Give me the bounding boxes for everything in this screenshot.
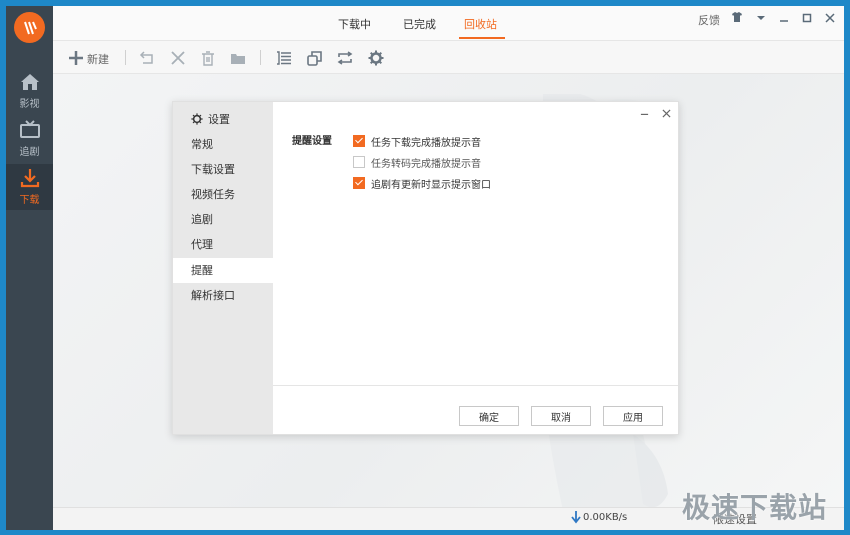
sidebar-item-label: 下载 [19,195,40,206]
download-speed: 0.00KB/s [583,512,628,523]
checkbox-checked[interactable] [353,135,365,147]
toolbar-divider [125,50,126,65]
ok-button[interactable]: 确定 [459,406,519,426]
folder-icon[interactable] [229,49,247,67]
settings-nav-download[interactable]: 下载设置 [173,157,273,182]
settings-nav-video-task[interactable]: 视频任务 [173,182,273,207]
settings-nav-proxy[interactable]: 代理 [173,232,273,257]
undo-icon[interactable] [138,49,156,67]
tab-completed[interactable]: 已完成 [403,16,436,32]
gear-icon [191,113,203,125]
sidebar: 影视 追剧 下载 [6,6,53,530]
dialog-minimize-icon[interactable] [638,108,650,120]
app-window: 影视 追剧 下载 下载中 已完成 回收站 反馈 新建 设置 常规 下载设置 视频… [6,6,844,530]
trash-icon[interactable] [199,49,217,67]
watermark: 极速下载站 [682,491,828,524]
option-label: 追剧有更新时显示提示窗口 [371,179,491,191]
settings-nav: 设置 常规 下载设置 视频任务 追剧 代理 提醒 解析接口 [173,102,273,434]
home-icon [20,74,39,90]
sidebar-item-label: 影视 [19,99,40,110]
tab-recycle-bin[interactable]: 回收站 [464,16,497,32]
gear-icon[interactable] [367,49,385,67]
close-icon[interactable] [822,11,838,27]
add-icon[interactable] [67,49,85,67]
sidebar-item-movies[interactable]: 影视 [6,68,53,114]
minimize-icon[interactable] [776,11,792,27]
new-task-button[interactable]: 新建 [87,51,109,67]
toolbar-divider [260,50,261,65]
settings-dialog: 设置 常规 下载设置 视频任务 追剧 代理 提醒 解析接口 提醒设置 任务下载完… [172,101,679,435]
settings-nav-reminder[interactable]: 提醒 [173,258,273,283]
settings-nav-series[interactable]: 追剧 [173,207,273,232]
toolbar: 新建 [53,41,844,74]
option-series-update-popup[interactable]: 追剧有更新时显示提示窗口 [353,176,491,191]
delete-x-icon[interactable] [169,49,187,67]
dialog-footer-divider [273,385,678,386]
top-bar: 下载中 已完成 回收站 反馈 [53,6,844,41]
option-label: 任务转码完成播放提示音 [371,158,481,170]
settings-title-label: 设置 [208,113,230,126]
copy-icon[interactable] [305,49,323,67]
maximize-icon[interactable] [799,11,815,27]
skin-icon[interactable] [729,11,745,27]
cancel-button[interactable]: 取消 [531,406,591,426]
settings-nav-general[interactable]: 常规 [173,132,273,157]
download-speed-icon [571,510,581,524]
settings-nav-parse-api[interactable]: 解析接口 [173,283,273,308]
option-transcode-complete-sound[interactable]: 任务转码完成播放提示音 [353,155,481,170]
option-label: 任务下载完成播放提示音 [371,137,481,149]
settings-title: 设置 [191,111,230,127]
apply-button[interactable]: 应用 [603,406,663,426]
sidebar-item-label: 追剧 [19,147,40,158]
sidebar-item-series[interactable]: 追剧 [6,116,53,162]
tv-icon [19,120,40,138]
option-download-complete-sound[interactable]: 任务下载完成播放提示音 [353,134,481,149]
section-label-reminder: 提醒设置 [292,136,332,147]
menu-dropdown-icon[interactable] [753,11,769,27]
list-icon[interactable] [275,49,293,67]
dialog-close-icon[interactable] [660,108,672,120]
refresh-icon[interactable] [336,49,354,67]
feedback-link[interactable]: 反馈 [698,12,720,28]
active-tab-indicator [459,37,505,39]
sidebar-item-download[interactable]: 下载 [6,164,53,210]
logo-icon [14,12,45,43]
checkbox-unchecked[interactable] [353,156,365,168]
download-icon [20,169,39,188]
tab-downloading[interactable]: 下载中 [338,16,371,32]
checkbox-checked[interactable] [353,177,365,189]
